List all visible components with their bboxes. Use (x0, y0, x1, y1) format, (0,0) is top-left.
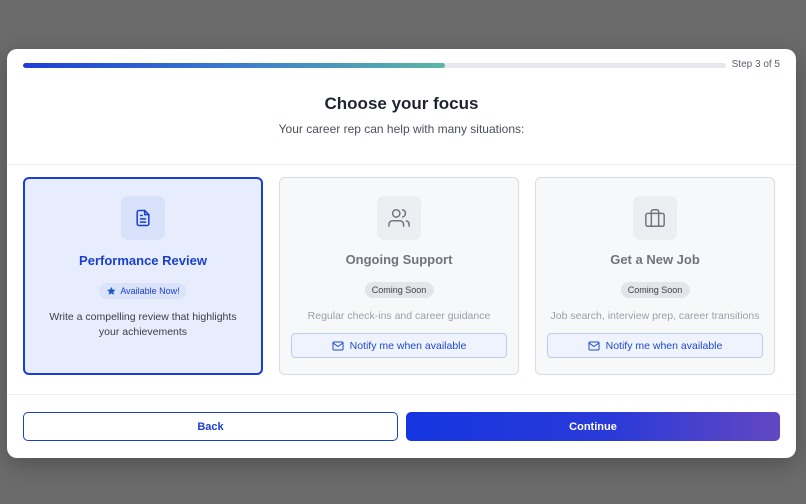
card-title: Performance Review (79, 253, 207, 268)
divider (7, 164, 796, 165)
status-badge: Coming Soon (364, 282, 434, 298)
step-indicator: Step 3 of 5 (731, 59, 780, 70)
notify-label: Notify me when available (605, 339, 723, 352)
users-icon (377, 196, 421, 240)
card-description: Job search, interview prep, career trans… (550, 310, 760, 322)
divider (7, 394, 796, 395)
progress-fill (23, 63, 445, 68)
document-icon (121, 196, 165, 240)
progress-bar (23, 63, 726, 68)
notify-button[interactable]: Notify me when available (547, 333, 763, 358)
card-performance-review[interactable]: Performance Review Available Now! Write … (23, 177, 263, 375)
mail-icon (332, 341, 344, 350)
card-get-new-job[interactable]: Get a New Job Coming Soon Job search, in… (535, 177, 775, 375)
star-icon (107, 286, 116, 295)
card-ongoing-support[interactable]: Ongoing Support Coming Soon Regular chec… (279, 177, 519, 375)
mail-icon (588, 341, 600, 350)
page-subtitle: Your career rep can help with many situa… (278, 122, 525, 136)
card-title: Get a New Job (610, 252, 700, 267)
page-title: Choose your focus (324, 94, 479, 113)
onboarding-modal: Step 3 of 5 Choose your focus Your caree… (7, 49, 796, 458)
status-badge: Coming Soon (620, 282, 690, 298)
card-description: Regular check-ins and career guidance (307, 310, 491, 322)
notify-button[interactable]: Notify me when available (291, 333, 507, 358)
notify-label: Notify me when available (349, 339, 467, 352)
back-button[interactable]: Back (23, 412, 398, 441)
card-title: Ongoing Support (345, 252, 453, 267)
status-badge: Available Now! (99, 283, 187, 299)
card-description: Write a compelling review that highlight… (49, 311, 237, 338)
continue-button[interactable]: Continue (406, 412, 780, 441)
briefcase-icon (633, 196, 677, 240)
badge-label: Available Now! (120, 286, 180, 296)
